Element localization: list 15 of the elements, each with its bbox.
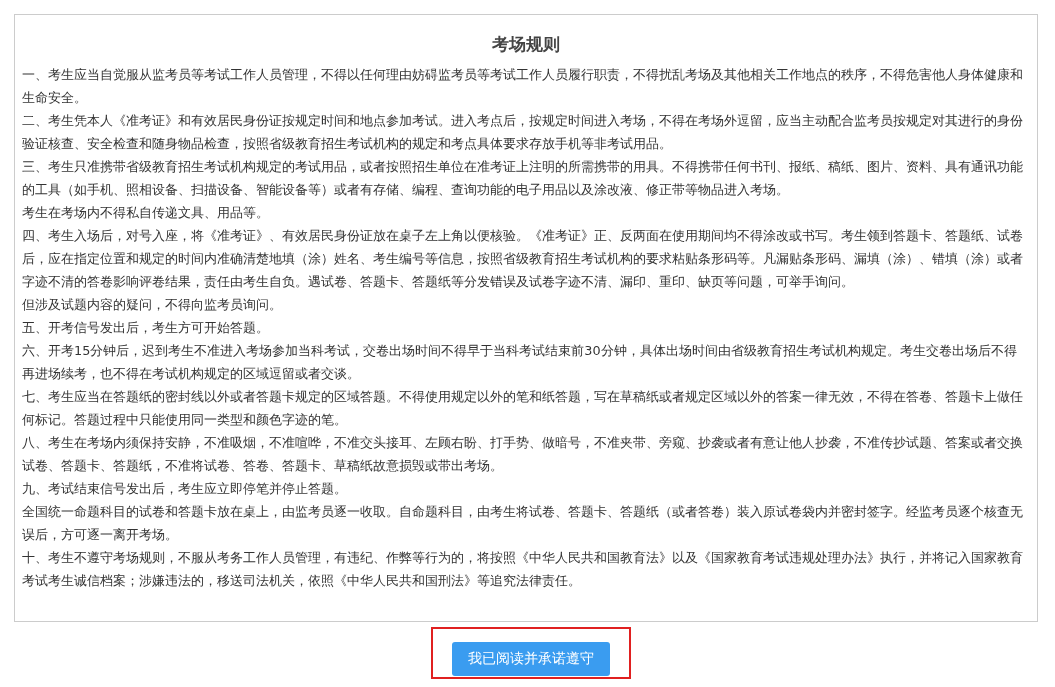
rule-paragraph: 五、开考信号发出后，考生方可开始答题。 (22, 319, 270, 337)
rules-title: 考场规则 (490, 33, 561, 56)
rule-paragraph: 但涉及试题内容的疑问，不得向监考员询问。 (22, 296, 283, 314)
rule-paragraph: 二、考生凭本人《准考证》和有效居民身份证按规定时间和地点参加考试。进入考点后，按规定时间进入考场，不得在考场外逗留，应当主动配合监考员按规定对其进行的身份验证核查、安全检查和随身物品检查，按照省级教育招生考试机构的规定和考点具体要求存放手机等非考试用品。 (22, 112, 1024, 153)
rule-paragraph: 十、考生不遵守考场规则，不服从考务工作人员管理，有违纪、作弊等行为的，将按照《中华人民共和国教育法》以及《国家教育考试违规处理办法》执行，并将记入国家教育考试考生诚信档案；涉嫌违法的，移送司法机关，依照《中华人民共和国刑法》等追究法律责任。 (22, 549, 1024, 590)
rule-paragraph: 七、考生应当在答题纸的密封线以外或者答题卡规定的区域答题。不得使用规定以外的笔和纸答题，写在草稿纸或者规定区域以外的答案一律无效，不得在答卷、答题卡上做任何标记。答题过程中只能使用同一类型和颜色字迹的笔。 (22, 388, 1024, 429)
rule-paragraph: 八、考生在考场内须保持安静，不准吸烟，不准喧哗，不准交头接耳、左顾右盼、打手势、做暗号，不准夹带、旁窥、抄袭或者有意让他人抄袭，不准传抄试题、答案或者交换试卷、答题卡、答题纸，不准将试卷、答卷、答题卡、草稿纸故意损毁或带出考场。 (22, 434, 1024, 475)
rule-paragraph: 考生在考场内不得私自传递文具、用品等。 (22, 204, 270, 222)
rule-paragraph: 三、考生只准携带省级教育招生考试机构规定的考试用品，或者按照招生单位在准考证上注明的所需携带的用具。不得携带任何书刊、报纸、稿纸、图片、资料、具有通讯功能的工具（如手机、照相设备、扫描设备、智能设备等）或者有存储、编程、查询功能的电子用品以及涂改液、修正带等物品进入考场。 (22, 158, 1024, 199)
rule-paragraph: 四、考生入场后，对号入座，将《准考证》、有效居民身份证放在桌子左上角以便核验。《准考证》正、反两面在使用期间均不得涂改或书写。考生领到答题卡、答题纸、试卷后，应在指定位置和规定的时间内准确清楚地填（涂）姓名、考生编号等信息，按照省级教育招生考试机构的要求粘贴条形码等。凡漏贴条形码、漏填（涂）、错填（涂）或者字迹不清的答卷影响评卷结果，责任由考生自负。遇试卷、答题卡、答题纸等分发错误及试卷字迹不清、漏印、重印、缺页等问题，可举手询问。 (22, 227, 1024, 291)
rule-paragraph: 全国统一命题科目的试卷和答题卡放在桌上，由监考员逐一收取。自命题科目，由考生将试卷、答题卡、答题纸（或者答卷）装入原试卷袋内并密封签字。经监考员逐个核查无误后，方可逐一离开考场。 (22, 503, 1024, 544)
confirm-button[interactable]: 我已阅读并承诺遵守 (452, 642, 610, 676)
rule-paragraph: 一、考生应当自觉服从监考员等考试工作人员管理，不得以任何理由妨碍监考员等考试工作人员履行职责，不得扰乱考场及其他相关工作地点的秩序，不得危害他人身体健康和生命安全。 (22, 66, 1024, 107)
rule-paragraph: 九、考试结束信号发出后，考生应立即停笔并停止答题。 (22, 480, 348, 498)
rule-paragraph: 六、开考15分钟后，迟到考生不准进入考场参加当科考试，交卷出场时间不得早于当科考试结束前30分钟，具体出场时间由省级教育招生考试机构规定。考生交卷出场后不得再进场续考，也不得在考试机构规定的区域逗留或者交谈。 (22, 342, 1018, 383)
